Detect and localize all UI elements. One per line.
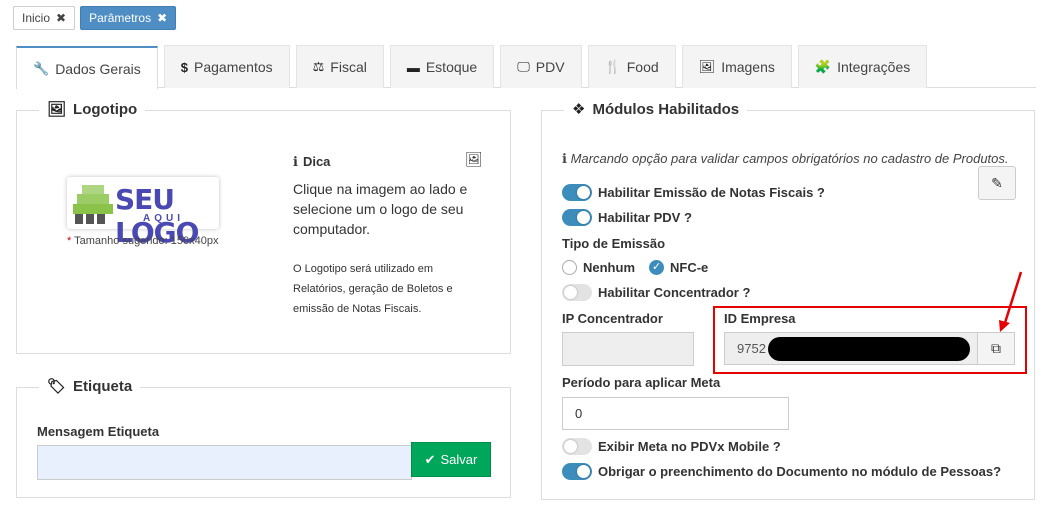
pencil-icon: ✎ (991, 174, 1003, 191)
save-label: Salvar (440, 452, 478, 467)
page-tab-parametros[interactable]: Parâmetros ✖ (80, 6, 177, 30)
toggle-label: Habilitar PDV ? (598, 210, 692, 225)
tab-fiscal[interactable]: ⚖ Fiscal (295, 45, 384, 88)
save-button[interactable]: ✔ Salvar (411, 442, 491, 477)
tags-icon: 🏷 (47, 378, 67, 395)
copy-icon: ⧉ (991, 340, 1001, 356)
tab-label: Fiscal (330, 59, 367, 75)
logo-image[interactable]: SEU LOGO AQUI (67, 177, 219, 249)
logotipo-panel: 🖼 Logotipo SEU LOGO AQUI * Tamanho suger… (16, 100, 511, 354)
dica-title-text: Dica (302, 154, 331, 169)
redaction-bar (768, 337, 970, 361)
dica-text: Clique na imagem ao lado e selecione um … (293, 181, 468, 237)
tab-pdv[interactable]: 🖵 PDV (500, 45, 582, 88)
tipo-emissao-radios: Nenhum NFC-e (562, 260, 708, 275)
hint-text: Tamanho sugerido: 150x40px (71, 235, 219, 247)
info-icon: ℹ (293, 154, 298, 169)
toggle-pdv[interactable] (562, 209, 592, 226)
etiqueta-panel: 🏷 Etiqueta Mensagem Etiqueta ✔ Salvar (16, 377, 511, 498)
close-icon[interactable]: ✖ (56, 7, 66, 29)
page-tab-label: Inicio (22, 11, 51, 25)
tab-food[interactable]: 🍴 Food (587, 45, 676, 88)
tab-label: Dados Gerais (55, 60, 141, 77)
tipo-emissao-label: Tipo de Emissão (562, 236, 666, 251)
utensils-icon: 🍴 (604, 59, 621, 74)
edit-button[interactable]: ✎ (978, 166, 1016, 200)
logo-size-hint: * Tamanho sugerido: 150x40px (67, 235, 218, 247)
page-tabs: Inicio ✖ Parâmetros ✖ (13, 6, 177, 30)
tab-integracoes[interactable]: 🧩 Integrações (797, 45, 928, 88)
tab-pagamentos[interactable]: $ Pagamentos (163, 45, 290, 88)
toggle-documento[interactable] (562, 463, 592, 480)
tab-dados-gerais[interactable]: 🔧 Dados Gerais (16, 46, 158, 89)
modulos-legend: ❖ Módulos Habilitados (564, 100, 748, 118)
check-icon: ✔ (424, 451, 436, 467)
image-upload-icon[interactable]: 🖼 (465, 151, 483, 168)
info-text: Marcando opção para validar campos obrig… (570, 151, 1009, 166)
logo-graphic-icon (73, 185, 113, 224)
toggle-label: Obrigar o preenchimento do Documento no … (598, 464, 1002, 479)
periodo-meta-input[interactable]: 0 (562, 397, 789, 430)
toggle-meta-pdvx[interactable] (562, 438, 592, 455)
id-empresa-label: ID Empresa (724, 311, 796, 326)
ip-concentrador-input[interactable] (562, 332, 694, 366)
toggle-documento-row: Obrigar o preenchimento do Documento no … (562, 463, 1001, 480)
wrench-icon: 🔧 (33, 60, 50, 76)
tab-label: Estoque (425, 59, 478, 75)
mensagem-etiqueta-label: Mensagem Etiqueta (37, 424, 160, 439)
radio-nfce[interactable] (649, 260, 664, 275)
toggle-label: Habilitar Emissão de Notas Fiscais ? (598, 185, 825, 200)
image-icon: 🖼 (47, 101, 67, 118)
monitor-icon: 🖵 (517, 59, 530, 74)
balance-scale-icon: ⚖ (312, 59, 325, 74)
image-icon: 🖼 (698, 59, 716, 74)
logo-sub-text: AQUI (143, 213, 184, 224)
toggle-label: Habilitar Concentrador ? (598, 285, 751, 300)
legend-text: Etiqueta (73, 377, 133, 395)
etiqueta-legend: 🏷 Etiqueta (39, 377, 141, 395)
page-tab-label: Parâmetros (89, 11, 152, 25)
dica-small-text: O Logotipo será utilizado em Relatórios,… (293, 263, 453, 315)
radio-nenhum[interactable] (562, 260, 577, 275)
modulos-panel: ❖ Módulos Habilitados ℹ Marcando opção p… (541, 100, 1035, 500)
toggle-notas-fiscais-row: Habilitar Emissão de Notas Fiscais ? (562, 184, 825, 201)
archive-icon: ▬ (406, 59, 420, 75)
tab-label: Food (626, 59, 659, 75)
toggle-concentrador-row: Habilitar Concentrador ? (562, 284, 750, 301)
dica-title: ℹ Dica (293, 154, 330, 170)
mensagem-etiqueta-input[interactable] (37, 445, 412, 480)
tab-imagens[interactable]: 🖼 Imagens (681, 45, 792, 88)
tab-label: Imagens (721, 59, 775, 75)
logotipo-legend: 🖼 Logotipo (39, 100, 146, 118)
ip-concentrador-label: IP Concentrador (562, 311, 663, 326)
modulos-info: ℹ Marcando opção para validar campos obr… (562, 151, 1009, 167)
radio-label: Nenhum (583, 260, 635, 275)
periodo-meta-label: Período para aplicar Meta (562, 375, 721, 390)
tab-label: PDV (535, 59, 565, 75)
tab-label: Integrações (837, 59, 911, 75)
info-icon: ℹ (562, 151, 567, 166)
page-tab-inicio[interactable]: Inicio ✖ (13, 6, 76, 30)
toggle-meta-row: Exibir Meta no PDVx Mobile ? (562, 438, 781, 455)
tab-estoque[interactable]: ▬ Estoque (389, 45, 495, 88)
legend-text: Logotipo (73, 100, 138, 118)
module-tabs: 🔧 Dados Gerais $ Pagamentos ⚖ Fiscal ▬ E… (16, 45, 1036, 89)
tab-label: Pagamentos (194, 59, 273, 75)
radio-label: NFC-e (670, 260, 709, 275)
puzzle-icon: 🧩 (814, 59, 832, 74)
copy-button[interactable]: ⧉ (977, 332, 1015, 365)
toggle-pdv-row: Habilitar PDV ? (562, 209, 692, 226)
dollar-icon: $ (180, 59, 189, 75)
toggle-label: Exibir Meta no PDVx Mobile ? (598, 439, 781, 454)
toggle-notas-fiscais[interactable] (562, 184, 592, 201)
toggle-concentrador[interactable] (562, 284, 592, 301)
cubes-icon: ❖ (572, 101, 586, 118)
close-icon[interactable]: ✖ (157, 7, 167, 29)
legend-text: Módulos Habilitados (592, 100, 740, 118)
